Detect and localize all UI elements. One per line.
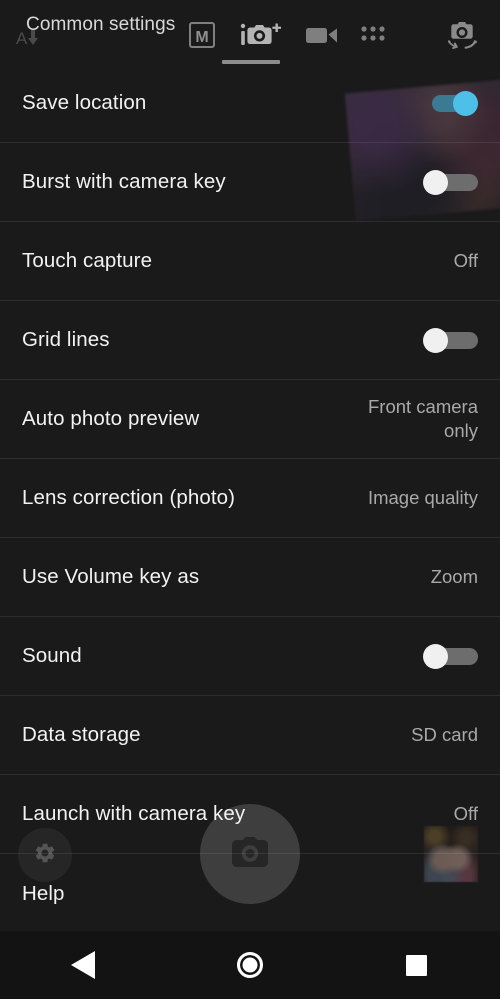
tab-video-mode[interactable] [298,14,348,56]
toggle-thumb [423,328,448,353]
setting-label: Burst with camera key [22,170,226,193]
toggle-thumb [423,644,448,669]
recents-square-icon [406,954,428,976]
setting-label: Lens correction (photo) [22,486,236,509]
back-triangle-icon [71,951,96,979]
setting-row-use-volume-key-as[interactable]: Use Volume key as Zoom [0,538,500,617]
setting-row-save-location[interactable]: Save location [0,64,500,143]
setting-row-burst-with-camera-key[interactable]: Burst with camera key [0,143,500,222]
nav-home-button[interactable] [205,931,295,999]
tab-manual-mode[interactable]: M [180,14,224,56]
setting-label: Grid lines [22,328,110,351]
nav-back-button[interactable] [38,931,128,999]
setting-row-grid-lines[interactable]: Grid lines [0,301,500,380]
setting-row-auto-photo-preview[interactable]: Auto photo preview Front camera only [0,380,500,459]
setting-row-touch-capture[interactable]: Touch capture Off [0,222,500,301]
setting-label: Help [22,881,65,905]
toggle-thumb [453,91,478,116]
setting-value: Front camera only [367,396,478,441]
setting-row-launch-with-camera-key[interactable]: Launch with camera key Off [0,775,500,854]
setting-label: Touch capture [22,249,153,272]
toggle-burst-with-camera-key[interactable] [423,170,478,195]
setting-value: Off [453,803,478,825]
switch-camera-icon[interactable] [438,14,486,56]
setting-row-lens-correction-photo[interactable]: Lens correction (photo) Image quality [0,459,500,538]
toggle-save-location[interactable] [426,91,478,116]
setting-label: Sound [22,644,82,667]
settings-list: Save location Burst with camera key Touc… [0,64,500,933]
setting-label: Use Volume key as [22,565,200,588]
camera-settings-screen: A Common settings M Save location Burst … [0,0,500,999]
setting-label: Save location [22,91,147,114]
nav-recents-button[interactable] [372,931,462,999]
setting-row-sound[interactable]: Sound [0,617,500,696]
setting-value: Off [453,250,478,272]
setting-value: Zoom [430,566,478,588]
home-circle-icon [236,952,263,978]
active-tab-indicator [222,60,280,64]
tab-camera-apps-mode[interactable] [352,14,396,56]
setting-row-data-storage[interactable]: Data storage SD card [0,696,500,775]
top-bar: A Common settings M [0,0,500,70]
setting-value: Image quality [367,487,478,509]
toggle-sound[interactable] [423,644,478,669]
setting-row-help[interactable]: Help [0,854,500,933]
setting-label: Launch with camera key [22,802,246,825]
setting-value: SD card [411,724,478,746]
svg-text:M: M [195,29,208,46]
page-title: Common settings [26,14,176,35]
tab-intelligent-auto-mode[interactable] [232,14,290,56]
android-navigation-bar [0,931,500,999]
toggle-thumb [423,170,448,195]
setting-label: Auto photo preview [22,407,200,430]
setting-label: Data storage [22,723,141,746]
toggle-grid-lines[interactable] [423,328,478,353]
